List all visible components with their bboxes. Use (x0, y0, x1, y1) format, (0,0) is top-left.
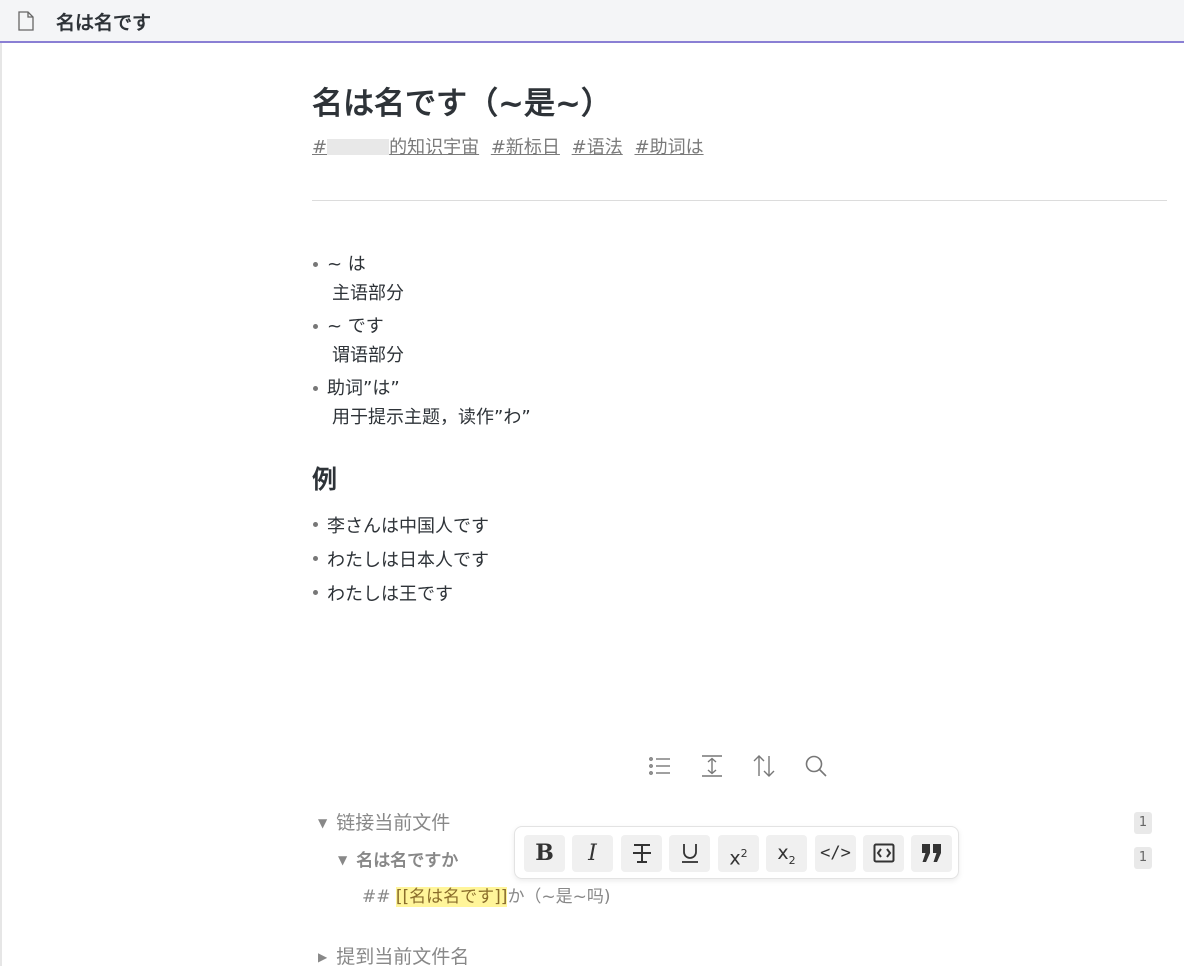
search-icon[interactable] (804, 754, 832, 782)
example-heading: 例 (312, 465, 338, 494)
collapse-triangle-icon: ▼ (318, 816, 328, 830)
tag-particle-wa[interactable]: #助词は (634, 137, 703, 158)
tab-title[interactable]: 名は名です (56, 8, 151, 35)
italic-icon[interactable]: I (572, 835, 613, 872)
superscript-icon[interactable]: x2 (718, 835, 759, 872)
list-item: わたしは王です (312, 578, 489, 612)
file-icon (17, 11, 35, 35)
format-toolbar: B I x2 x2 </> (514, 826, 959, 879)
list-icon[interactable] (648, 754, 676, 782)
linked-count-badge: 1 (1134, 812, 1152, 834)
backlinks-toolbar (648, 754, 832, 782)
tag-xinbiaori[interactable]: #新标日 (491, 137, 560, 158)
list-item: わたしは日本人です (312, 544, 489, 578)
tag-grammar[interactable]: #语法 (572, 137, 623, 158)
subscript-icon[interactable]: x2 (766, 835, 807, 872)
list-item: 李さんは中国人です (312, 510, 489, 544)
left-border (0, 43, 2, 966)
redacted-text (327, 139, 390, 155)
list-item: 助词”は” 用于提示主题，读作”わ” (312, 374, 531, 432)
tag-knowledge-universe[interactable]: # 的知识宇宙 (312, 137, 479, 158)
tag-list: # 的知识宇宙 #新标日 #语法 #助词は (312, 133, 710, 159)
link-highlight: [[名は名です]] (395, 887, 508, 907)
tab-header: 名は名です (0, 0, 1184, 43)
unlinked-mentions-header[interactable]: ▶ 提到当前文件名 (318, 942, 469, 969)
bold-icon[interactable]: B (524, 835, 565, 872)
sort-icon[interactable] (752, 754, 780, 782)
linked-mentions-header[interactable]: ▼ 链接当前文件 (318, 808, 450, 835)
grammar-points-list: ~ は 主语部分 ~ です 谓语部分 助词”は” 用于提示主题，读作”わ” (312, 250, 531, 436)
list-item: ~ です 谓语部分 (312, 312, 531, 370)
expand-triangle-icon: ▶ (318, 950, 328, 964)
code-block-icon[interactable] (863, 835, 904, 872)
list-item: ~ は 主语部分 (312, 250, 531, 308)
quote-icon[interactable] (911, 835, 952, 872)
underline-icon[interactable] (669, 835, 710, 872)
strikethrough-icon[interactable] (621, 835, 662, 872)
note-title: 名は名です（~是~） (312, 86, 612, 122)
backlink-file-item[interactable]: ▼ 名は名ですか (338, 846, 458, 871)
backlink-context[interactable]: ## [[名は名です]]か（~是~吗) (362, 882, 611, 907)
examples-list: 李さんは中国人です わたしは日本人です わたしは王です (312, 510, 489, 612)
code-icon[interactable]: </> (815, 835, 856, 872)
divider (312, 200, 1167, 201)
file-count-badge: 1 (1134, 847, 1152, 869)
expand-icon[interactable] (700, 754, 728, 782)
collapse-triangle-icon: ▼ (338, 853, 348, 867)
